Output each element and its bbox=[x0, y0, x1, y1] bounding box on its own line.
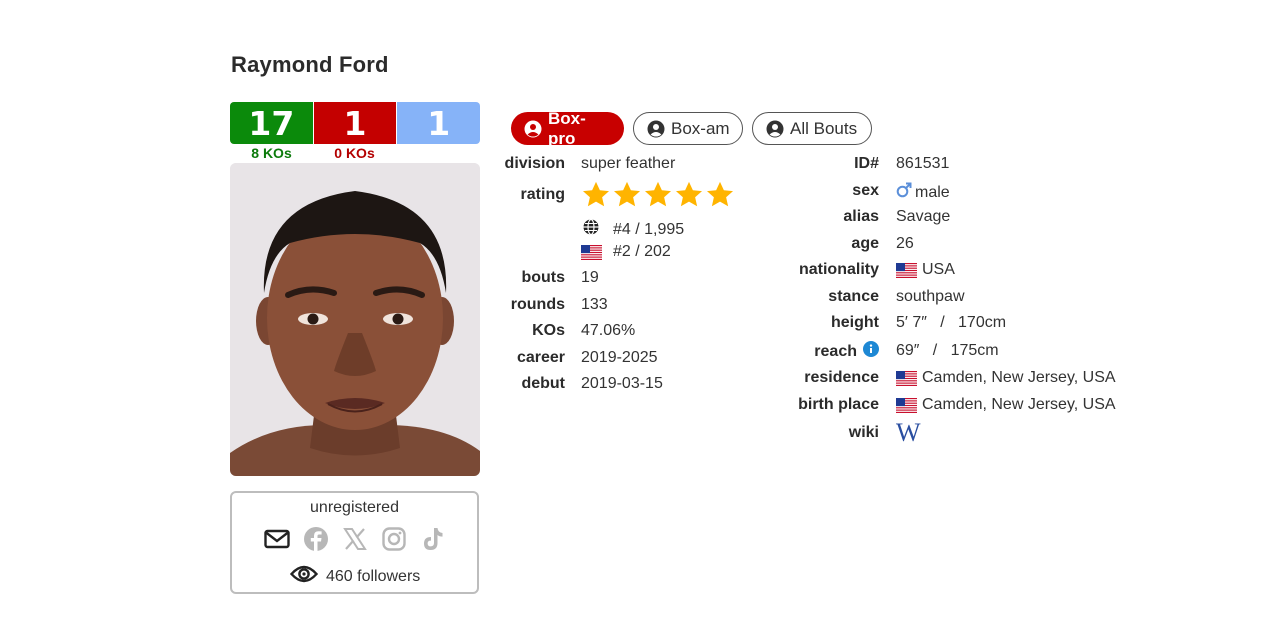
globe-icon bbox=[581, 217, 601, 242]
tab-label: All Bouts bbox=[790, 118, 858, 138]
age-label: age bbox=[851, 235, 879, 252]
bouts-value: 19 bbox=[581, 269, 599, 286]
kos-value: 47.06% bbox=[581, 322, 636, 339]
x-icon[interactable] bbox=[342, 526, 368, 552]
user-circle-icon bbox=[647, 120, 665, 138]
wiki-label: wiki bbox=[848, 424, 879, 441]
stance-value: southpaw bbox=[896, 288, 965, 305]
rating-label: rating bbox=[520, 186, 565, 203]
reach-label: reach bbox=[814, 342, 857, 360]
tiktok-icon[interactable] bbox=[420, 526, 446, 552]
division-value: super feather bbox=[581, 155, 676, 172]
boxer-photo bbox=[230, 163, 480, 476]
country-rank[interactable]: #2 / 202 bbox=[581, 243, 671, 261]
kos-label: KOs bbox=[532, 322, 565, 339]
height-label: height bbox=[831, 314, 879, 331]
user-circle-icon bbox=[766, 120, 784, 138]
facebook-icon[interactable] bbox=[303, 526, 329, 552]
losses-count: 1 bbox=[313, 102, 398, 144]
tab-label: Box-pro bbox=[548, 108, 586, 148]
wins-count: 17 bbox=[230, 102, 314, 144]
birth-place-row: Camden, New Jersey, USA bbox=[896, 396, 1116, 414]
star-icon bbox=[707, 181, 733, 207]
stance-label: stance bbox=[828, 288, 879, 305]
alias-value: Savage bbox=[896, 208, 951, 225]
tab-label: Box-am bbox=[671, 118, 730, 138]
record-bar: 17 1 1 bbox=[230, 102, 480, 144]
nationality-row: USA bbox=[896, 261, 955, 279]
height-value: 5′ 7″ / 170cm bbox=[896, 314, 1007, 331]
wikipedia-icon[interactable]: W bbox=[896, 418, 921, 448]
social-box: unregistered 460 followers bbox=[230, 491, 479, 594]
envelope-icon[interactable] bbox=[263, 526, 290, 552]
registration-status: unregistered bbox=[310, 499, 399, 516]
country-rank-value: #2 / 202 bbox=[613, 243, 671, 260]
followers-count: 460 followers bbox=[326, 567, 421, 585]
nationality-label: nationality bbox=[798, 261, 879, 278]
usa-flag-icon bbox=[896, 262, 917, 278]
age-value: 26 bbox=[896, 235, 914, 252]
career-label: career bbox=[516, 349, 565, 366]
tab-box-pro[interactable]: Box-pro bbox=[511, 109, 624, 148]
rounds-value: 133 bbox=[581, 296, 608, 313]
career-value: 2019-2025 bbox=[581, 349, 658, 366]
residence-row: Camden, New Jersey, USA bbox=[896, 369, 1116, 387]
residence-label: residence bbox=[804, 369, 879, 386]
rating-stars bbox=[581, 180, 735, 210]
user-circle-icon bbox=[524, 120, 542, 138]
social-icons bbox=[232, 526, 477, 552]
nationality-value: USA bbox=[922, 261, 955, 278]
star-icon bbox=[583, 181, 609, 207]
sex-label: sex bbox=[852, 182, 879, 199]
loss-kos: 0 KOs bbox=[334, 145, 375, 161]
birth-place-value: Camden, New Jersey, USA bbox=[922, 396, 1116, 413]
debut-label: debut bbox=[521, 375, 565, 392]
sex-value: male bbox=[915, 183, 950, 201]
residence-value: Camden, New Jersey, USA bbox=[922, 369, 1116, 386]
tab-all-bouts[interactable]: All Bouts bbox=[752, 112, 872, 145]
usa-flag-icon bbox=[896, 370, 917, 386]
reach-label-row: reach bbox=[814, 341, 879, 362]
male-icon bbox=[896, 182, 912, 203]
usa-flag-icon bbox=[896, 397, 917, 413]
boxer-name: Raymond Ford bbox=[231, 52, 389, 77]
followers[interactable]: 460 followers bbox=[289, 564, 421, 589]
sex-value-row: male bbox=[896, 182, 950, 203]
tab-box-am[interactable]: Box-am bbox=[633, 112, 743, 145]
division-label: division bbox=[504, 155, 565, 172]
info-icon[interactable] bbox=[863, 341, 879, 362]
world-rank[interactable]: #4 / 1,995 bbox=[581, 217, 684, 242]
id-label: ID# bbox=[854, 155, 879, 172]
instagram-icon[interactable] bbox=[381, 526, 407, 552]
birth-place-label: birth place bbox=[798, 396, 879, 413]
draws-count: 1 bbox=[397, 102, 480, 144]
star-icon bbox=[614, 181, 640, 207]
win-kos: 8 KOs bbox=[251, 145, 292, 161]
star-icon bbox=[645, 181, 671, 207]
usa-flag-icon bbox=[581, 244, 602, 260]
eye-icon bbox=[289, 564, 319, 589]
bouts-label: bouts bbox=[521, 269, 565, 286]
world-rank-value: #4 / 1,995 bbox=[613, 220, 685, 238]
reach-value: 69″ / 175cm bbox=[896, 342, 999, 359]
alias-label: alias bbox=[843, 208, 879, 225]
id-value: 861531 bbox=[896, 155, 950, 172]
star-icon bbox=[676, 181, 702, 207]
rounds-label: rounds bbox=[510, 296, 565, 313]
debut-value[interactable]: 2019-03-15 bbox=[581, 375, 663, 393]
